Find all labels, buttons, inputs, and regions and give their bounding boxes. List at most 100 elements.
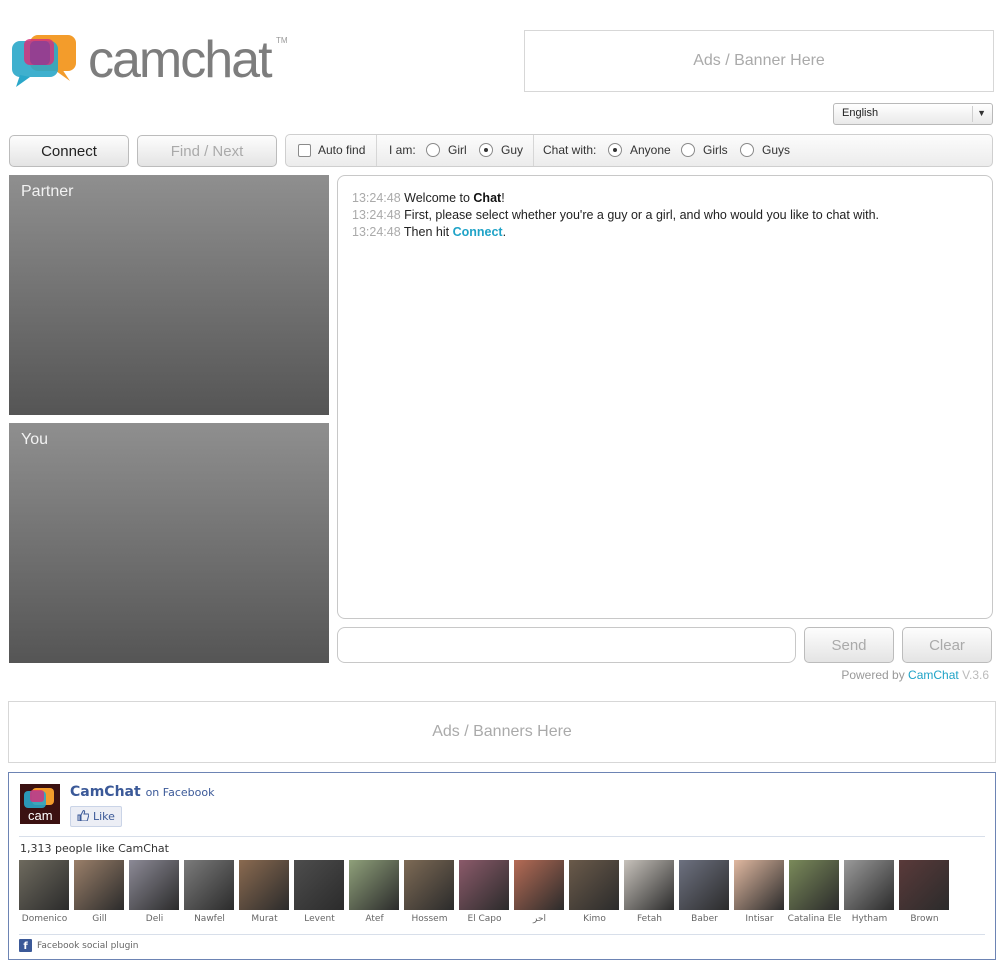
radio-guy[interactable]: Guy — [479, 143, 523, 157]
fb-like-button[interactable]: Like — [70, 806, 122, 827]
fan-name[interactable]: Gill — [72, 914, 127, 924]
chat-with-label: Chat with: — [543, 143, 597, 157]
fan-name[interactable]: Atef — [347, 914, 402, 924]
ad-banner-bottom[interactable]: Ads / Banners Here — [8, 701, 996, 763]
fan-avatar[interactable] — [19, 860, 69, 910]
fan-face-item[interactable]: Gill — [74, 860, 124, 924]
fan-avatar[interactable] — [459, 860, 509, 910]
ad-banner-top[interactable]: Ads / Banner Here — [524, 30, 994, 92]
radio-girl[interactable]: Girl — [426, 143, 467, 157]
radio-guys-label: Guys — [762, 143, 791, 157]
options-bar: Auto find I am: Girl Guy Chat with: Anyo… — [285, 134, 993, 167]
fan-name[interactable]: احر — [512, 914, 567, 924]
fan-avatar[interactable] — [404, 860, 454, 910]
fan-name[interactable]: El Capo — [457, 914, 512, 924]
radio-girl-button[interactable] — [426, 143, 440, 157]
fan-face-item[interactable]: Nawfel — [184, 860, 234, 924]
fan-avatar[interactable] — [294, 860, 344, 910]
fan-avatar[interactable] — [679, 860, 729, 910]
fan-avatar[interactable] — [569, 860, 619, 910]
auto-find-option[interactable]: Auto find — [298, 143, 365, 157]
fan-face-item[interactable]: Fetah — [624, 860, 674, 924]
radio-girl-label: Girl — [448, 143, 467, 157]
fan-name[interactable]: Baber — [677, 914, 732, 924]
radio-girls[interactable]: Girls — [681, 143, 728, 157]
fan-avatar[interactable] — [624, 860, 674, 910]
fan-name[interactable]: Hossem — [402, 914, 457, 924]
logo-text: cam — [28, 808, 53, 823]
fan-name[interactable]: Catalina Ele — [787, 914, 842, 924]
fan-name[interactable]: Deli — [127, 914, 182, 924]
fan-face-item[interactable]: Brown — [899, 860, 949, 924]
message-timestamp: 13:24:48 — [352, 191, 401, 205]
i-am-label: I am: — [389, 143, 416, 157]
fan-face-item[interactable]: Catalina Ele — [787, 860, 842, 924]
powered-by-brand-link[interactable]: CamChat — [908, 668, 959, 682]
chat-log[interactable]: 13:24:48 Welcome to Chat! 13:24:48 First… — [337, 175, 993, 619]
fb-page-name-link[interactable]: CamChat — [70, 784, 141, 800]
like-label: Like — [93, 810, 115, 823]
language-select[interactable]: English ▼ — [833, 103, 993, 125]
chat-bubbles-logo-icon: cam — [24, 788, 54, 823]
plugin-label: Facebook social plugin — [37, 940, 139, 951]
fan-face-item[interactable]: Hossem — [404, 860, 454, 924]
fan-name[interactable]: Domenico — [17, 914, 72, 924]
message-timestamp: 13:24:48 — [352, 208, 401, 222]
auto-find-checkbox[interactable] — [298, 143, 311, 157]
fan-face-item[interactable]: Baber — [679, 860, 729, 924]
radio-guys[interactable]: Guys — [740, 143, 790, 157]
connect-button[interactable]: Connect — [9, 135, 129, 167]
fan-avatar[interactable] — [899, 860, 949, 910]
fan-avatar[interactable] — [844, 860, 894, 910]
message-bold: Chat — [473, 191, 502, 205]
radio-girls-label: Girls — [703, 143, 728, 157]
camchat-page-avatar[interactable]: cam — [20, 784, 60, 824]
fan-face-item[interactable]: Murat — [239, 860, 289, 924]
like-count: 1,313 people like CamChat — [20, 842, 169, 855]
fan-face-item[interactable]: El Capo — [459, 860, 509, 924]
language-value: English — [842, 107, 879, 119]
radio-girls-button[interactable] — [681, 143, 695, 157]
fan-face-item[interactable]: Levent — [294, 860, 344, 924]
fan-avatar[interactable] — [239, 860, 289, 910]
fan-avatar[interactable] — [514, 860, 564, 910]
radio-anyone-button[interactable] — [608, 143, 622, 157]
fan-avatar[interactable] — [734, 860, 784, 910]
fan-face-item[interactable]: Kimo — [569, 860, 619, 924]
fan-name[interactable]: Murat — [237, 914, 292, 924]
message-input[interactable] — [337, 627, 796, 663]
facebook-like-box: cam CamChat on Facebook Like 1,313 peopl… — [8, 772, 996, 960]
radio-guys-button[interactable] — [740, 143, 754, 157]
divider — [19, 934, 985, 935]
fan-avatar[interactable] — [74, 860, 124, 910]
fan-avatar[interactable] — [789, 860, 839, 910]
fan-avatar[interactable] — [129, 860, 179, 910]
fan-avatar[interactable] — [184, 860, 234, 910]
fan-name[interactable]: Hytham — [842, 914, 897, 924]
fan-name[interactable]: Nawfel — [182, 914, 237, 924]
fan-face-item[interactable]: Deli — [129, 860, 179, 924]
message-text: . — [502, 225, 507, 239]
send-button[interactable]: Send — [804, 627, 894, 663]
fan-avatar[interactable] — [349, 860, 399, 910]
trademark: TM — [276, 36, 288, 45]
fan-face-item[interactable]: Atef — [349, 860, 399, 924]
you-label: You — [21, 431, 48, 448]
message-text: ! — [501, 191, 505, 205]
fan-face-item[interactable]: احر — [514, 860, 564, 924]
fan-name[interactable]: Fetah — [622, 914, 677, 924]
fan-name[interactable]: Intisar — [732, 914, 787, 924]
fb-social-plugin[interactable]: f Facebook social plugin — [19, 939, 139, 952]
fan-faces-list: Domenico Gill Deli Nawfel Murat Levent Atef Hos… — [19, 860, 979, 930]
fan-face-item[interactable]: Domenico — [19, 860, 69, 924]
fan-face-item[interactable]: Hytham — [844, 860, 894, 924]
radio-anyone[interactable]: Anyone — [608, 143, 671, 157]
radio-guy-button[interactable] — [479, 143, 493, 157]
fan-name[interactable]: Kimo — [567, 914, 622, 924]
connect-link[interactable]: Connect — [453, 225, 503, 239]
clear-button[interactable]: Clear — [902, 627, 992, 663]
fan-face-item[interactable]: Intisar — [734, 860, 784, 924]
find-next-button[interactable]: Find / Next — [137, 135, 277, 167]
fan-name[interactable]: Brown — [897, 914, 952, 924]
fan-name[interactable]: Levent — [292, 914, 347, 924]
